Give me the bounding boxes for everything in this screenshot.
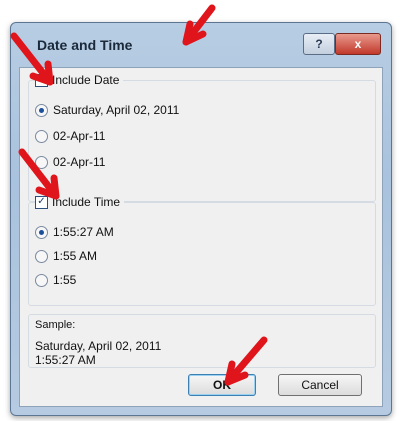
annotation-arrows [10, 4, 268, 386]
arrow-icon [10, 32, 54, 86]
arrow-icon [224, 336, 268, 386]
arrow-icon [18, 148, 60, 200]
arrow-icon [182, 4, 216, 46]
